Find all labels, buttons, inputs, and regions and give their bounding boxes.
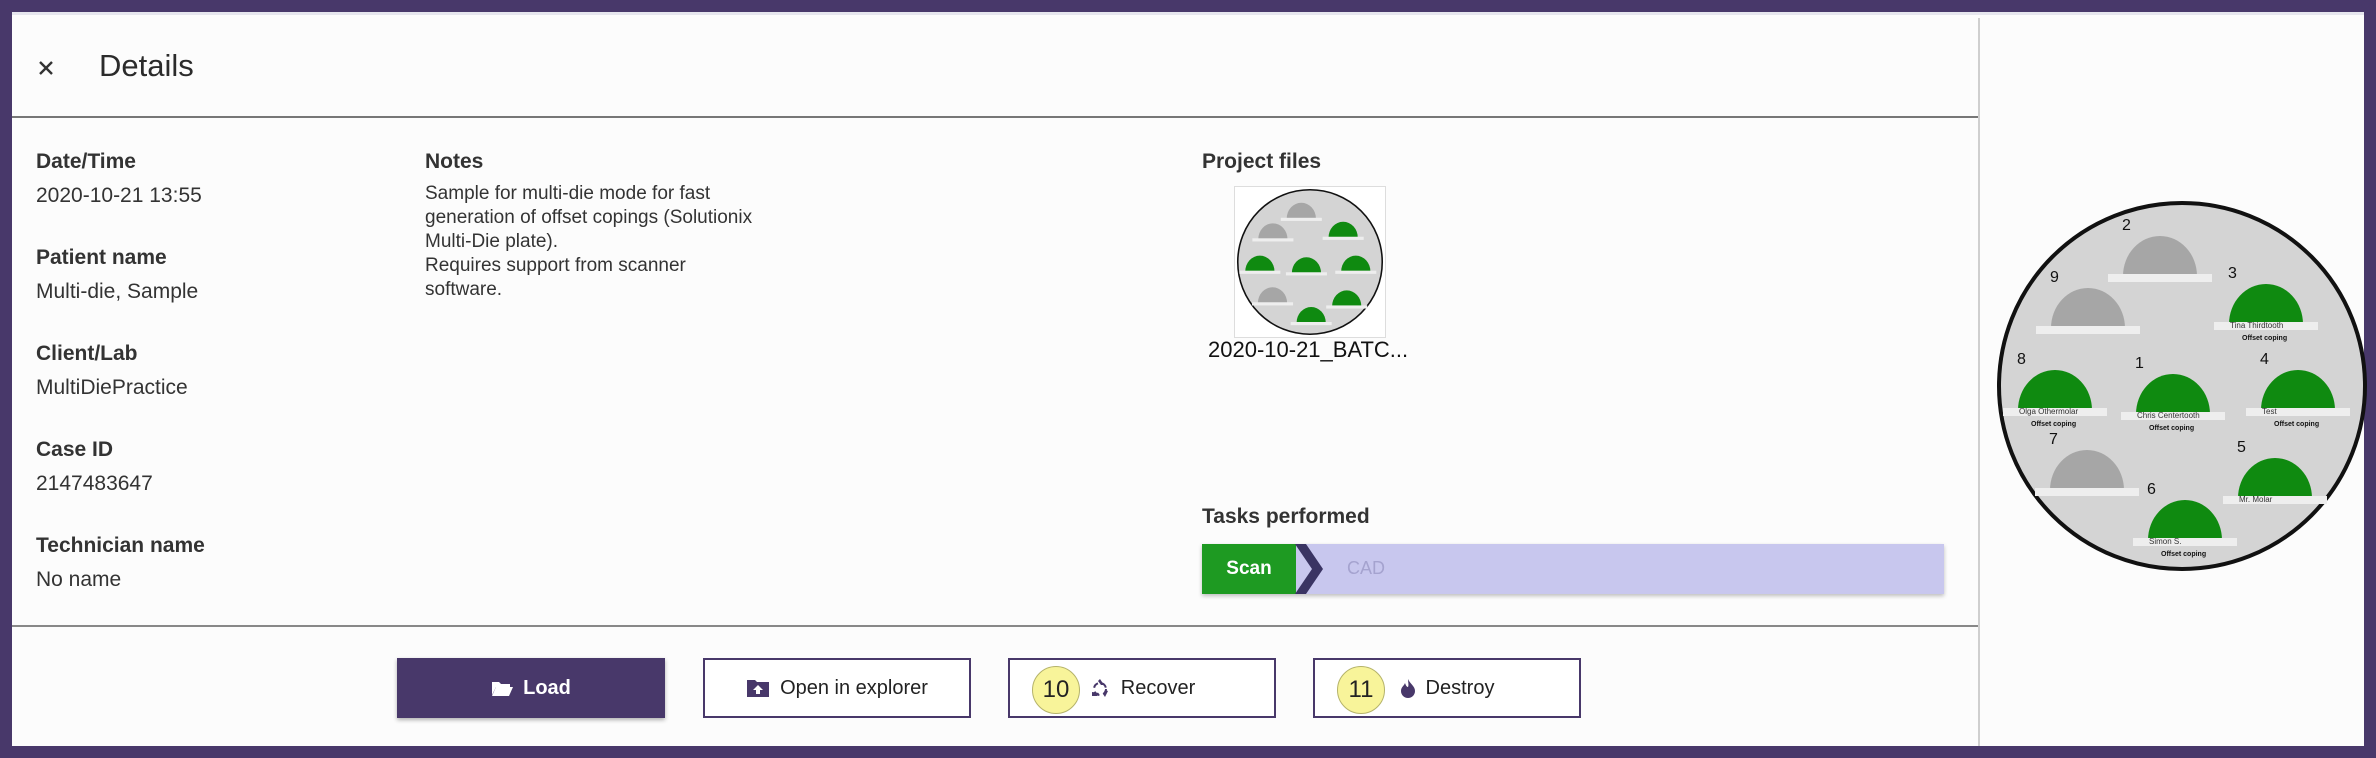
annotation-badge: 10 (1032, 666, 1080, 714)
page-title: Details (99, 48, 194, 83)
multi-die-plate-preview: 1 Chris Centertooth Offset coping 2 3 Tina Th… (1992, 196, 2372, 576)
load-label: Load (523, 676, 571, 699)
field-value: 2147483647 (36, 472, 153, 495)
field-label: Client/Lab (36, 342, 138, 365)
top-border (12, 12, 2364, 15)
tasks-performed-label: Tasks performed (1202, 505, 1370, 528)
die-patient-name: Simon S. (2149, 537, 2181, 546)
field-value: No name (36, 568, 122, 591)
details-panel: Details Date/Time 2020-10-21 13:55 Patie… (12, 12, 2367, 746)
project-files-label: Project files (1202, 150, 1322, 173)
footer-divider (12, 625, 1978, 627)
notes-text: Sample for multi-die mode for fast gener… (425, 183, 753, 300)
die-patient-name: Test (2262, 407, 2277, 416)
die-number: 8 (2017, 351, 2026, 368)
load-button[interactable]: Load (397, 658, 665, 718)
chevron-right-icon (1295, 544, 1323, 594)
field-label: Date/Time (36, 150, 136, 173)
die-number: 7 (2049, 431, 2058, 448)
die-patient-name: Mr. Molar (2239, 495, 2273, 504)
destroy-label: Destroy (1425, 676, 1495, 699)
field-label: Patient name (36, 246, 167, 269)
die-number: 9 (2050, 269, 2059, 286)
project-file-name[interactable]: 2020-10-21_BATC... (1208, 337, 1408, 363)
multi-die-plate-image: 1 Chris Centertooth Offset coping 2 3 Tina Th… (1997, 201, 2367, 571)
die-type: Offset coping (2031, 421, 2076, 428)
field-value: 2020-10-21 13:55 (36, 184, 202, 207)
notes-label: Notes (425, 150, 484, 173)
field-date-time: Date/Time 2020-10-21 13:55 (36, 150, 202, 208)
task-cad[interactable]: CAD (1347, 558, 1385, 579)
field-label: Technician name (36, 534, 205, 557)
close-icon (39, 61, 53, 75)
field-technician-name: Technician name No name (36, 534, 205, 592)
die-type: Offset coping (2161, 551, 2206, 558)
die-number: 4 (2260, 351, 2269, 368)
recycle-icon (1089, 677, 1111, 699)
field-client-lab: Client/Lab MultiDiePractice (36, 342, 188, 400)
field-case-id: Case ID 2147483647 (36, 438, 153, 496)
close-button[interactable] (32, 54, 60, 82)
die-patient-name: Olga Othermolar (2019, 407, 2078, 416)
plate-thumbnail-image (1236, 188, 1384, 336)
task-scan[interactable]: Scan (1202, 544, 1296, 594)
vertical-divider (1978, 18, 1980, 746)
field-label: Case ID (36, 438, 114, 461)
die-number: 6 (2147, 481, 2156, 498)
die-type: Offset coping (2242, 335, 2287, 342)
die-patient-name: Tina Thirdtooth (2230, 321, 2283, 330)
die-number: 5 (2237, 439, 2246, 456)
field-value: MultiDiePractice (36, 376, 188, 399)
open-in-explorer-label: Open in explorer (780, 676, 928, 699)
folder-upload-icon (746, 678, 770, 698)
die-number: 2 (2122, 217, 2131, 234)
die-type: Offset coping (2274, 421, 2319, 428)
die-patient-name: Chris Centertooth (2137, 411, 2200, 420)
field-patient-name: Patient name Multi-die, Sample (36, 246, 198, 304)
annotation-badge: 11 (1337, 666, 1385, 714)
die-type: Offset coping (2149, 425, 2194, 432)
die-number: 1 (2135, 355, 2144, 372)
notes-section: Notes Sample for multi-die mode for fast… (425, 150, 805, 302)
die-number: 3 (2228, 265, 2237, 282)
field-value: Multi-die, Sample (36, 280, 199, 303)
tasks-progress-bar: Scan CAD (1202, 544, 1944, 594)
recover-label: Recover (1120, 676, 1196, 699)
project-file-thumbnail[interactable] (1234, 186, 1386, 338)
fire-icon (1400, 678, 1416, 698)
folder-open-icon (491, 679, 514, 697)
open-in-explorer-button[interactable]: Open in explorer (703, 658, 971, 718)
header-divider (12, 116, 1978, 118)
